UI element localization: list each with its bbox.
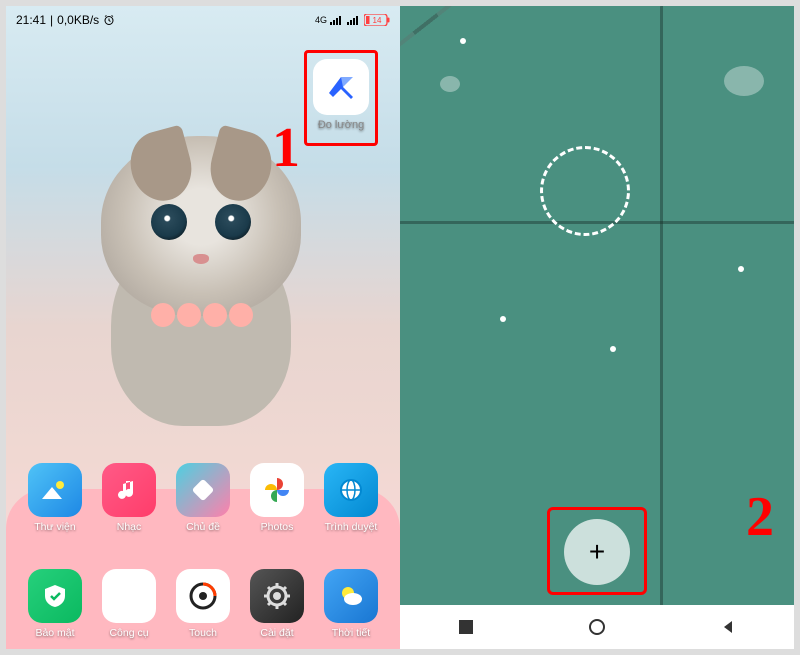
status-speed: 0,0KB/s	[57, 13, 99, 27]
measure-app-label: Đo lường	[318, 119, 364, 131]
feature-dot	[738, 266, 744, 272]
add-point-highlight	[547, 507, 647, 595]
security-app[interactable]: Bảo mật	[21, 569, 89, 639]
back-button[interactable]	[717, 616, 739, 638]
app-row-1: Thư viện Nhạc Chủ đề Photos Trình duyệt	[6, 463, 400, 533]
tile-grout	[660, 6, 663, 649]
app-label: Công cụ	[109, 627, 148, 639]
reflection	[440, 76, 460, 92]
home-screen-panel: 21:41 | 0,0KB/s 4G 14 Đo lường 1 Thư	[6, 6, 400, 649]
weather-icon	[324, 569, 378, 623]
feature-dot	[500, 316, 506, 322]
app-label: Nhạc	[117, 521, 142, 533]
signal-icon	[330, 15, 344, 25]
app-row-2: Bảo mật Công cụ Touch Cài đặt Thời tiết	[6, 569, 400, 639]
browser-icon	[324, 463, 378, 517]
photos-icon	[250, 463, 304, 517]
theme-icon	[176, 463, 230, 517]
shield-icon	[28, 569, 82, 623]
measure-app-highlight: Đo lường	[304, 50, 378, 146]
gallery-icon	[28, 463, 82, 517]
app-label: Trình duyệt	[325, 521, 378, 533]
touch-icon	[176, 569, 230, 623]
tools-folder-icon	[102, 569, 156, 623]
app-label: Chủ đề	[186, 521, 220, 533]
measure-app-icon[interactable]	[313, 59, 369, 115]
android-nav-bar	[400, 605, 794, 649]
tools-app[interactable]: Công cụ	[95, 569, 163, 639]
settings-app[interactable]: Cài đặt	[243, 569, 311, 639]
annotation-step-2: 2	[746, 485, 774, 549]
signal-icon-2	[347, 15, 361, 25]
status-network: 4G	[315, 15, 327, 25]
feature-dot	[610, 346, 616, 352]
gallery-app[interactable]: Thư viện	[21, 463, 89, 533]
app-label: Cài đặt	[260, 627, 293, 639]
touch-app[interactable]: Touch	[169, 569, 237, 639]
music-app[interactable]: Nhạc	[95, 463, 163, 533]
status-time: 21:41	[16, 13, 46, 27]
photos-app[interactable]: Photos	[243, 463, 311, 533]
alarm-icon	[103, 14, 115, 26]
annotation-step-1: 1	[272, 116, 300, 180]
music-icon	[102, 463, 156, 517]
browser-app[interactable]: Trình duyệt	[317, 463, 385, 533]
app-label: Photos	[261, 521, 294, 533]
battery-icon: 14	[364, 14, 390, 26]
weather-app[interactable]: Thời tiết	[317, 569, 385, 639]
feature-dot	[460, 38, 466, 44]
reflection	[724, 66, 764, 96]
app-label: Thời tiết	[332, 627, 370, 639]
themes-app[interactable]: Chủ đề	[169, 463, 237, 533]
app-label: Thư viện	[34, 521, 75, 533]
recent-apps-button[interactable]	[455, 616, 477, 638]
app-label: Bảo mật	[35, 627, 74, 639]
measure-app-panel: + 2	[400, 6, 794, 649]
app-label: Touch	[189, 627, 217, 639]
svg-text:14: 14	[373, 16, 382, 25]
measure-reticle	[540, 146, 630, 236]
home-button[interactable]	[586, 616, 608, 638]
gear-icon	[250, 569, 304, 623]
status-bar: 21:41 | 0,0KB/s 4G 14	[6, 6, 400, 34]
